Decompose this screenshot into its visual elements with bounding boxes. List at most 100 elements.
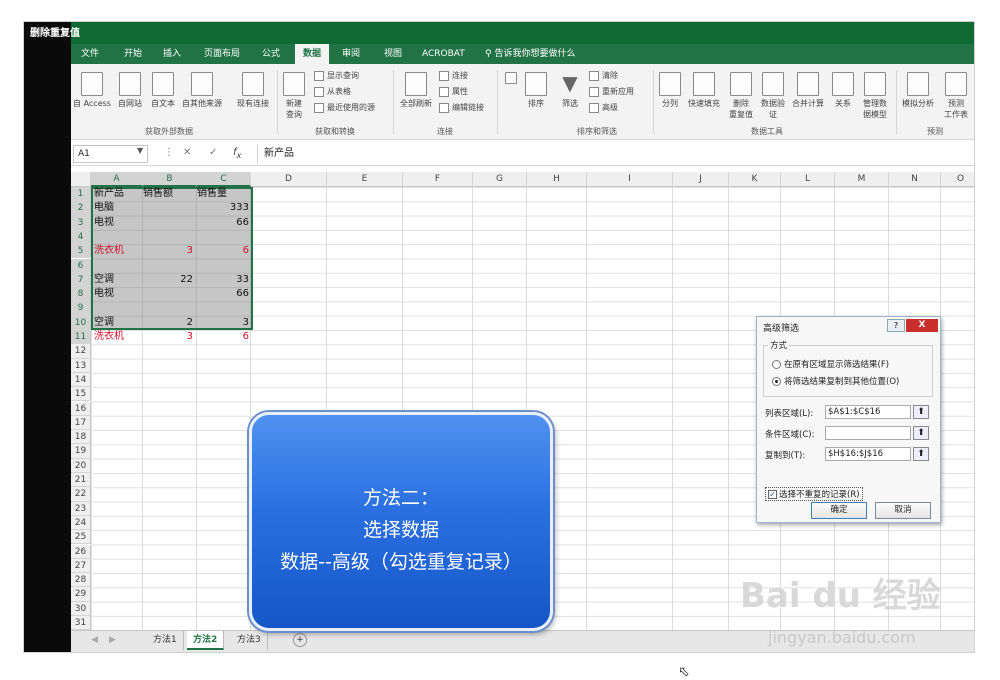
row-header[interactable]: 3 <box>71 215 91 230</box>
consolidate-button[interactable]: 合并计算 <box>789 72 827 109</box>
list-range-input[interactable]: $A$1:$C$16 <box>825 405 911 419</box>
row-header[interactable]: 4 <box>71 229 91 245</box>
forecast-sheet-button[interactable]: 预测 工作表 <box>939 72 973 120</box>
cell-c2[interactable]: 333 <box>197 201 249 215</box>
sheet-tab-method2[interactable]: 方法2 <box>187 631 225 650</box>
properties-button[interactable]: 属性 <box>439 86 468 97</box>
help-icon[interactable]: ? <box>887 319 905 332</box>
cancel-button[interactable]: 取消 <box>875 502 931 519</box>
relationships-button[interactable]: 关系 <box>830 72 856 109</box>
column-header[interactable]: F <box>403 172 473 187</box>
column-header[interactable]: E <box>327 172 403 187</box>
row-header[interactable]: 17 <box>71 415 91 431</box>
scroll-left-icon[interactable]: ◀ <box>85 631 104 650</box>
column-header[interactable]: M <box>835 172 889 187</box>
cell-a7[interactable]: 空调 <box>94 273 142 287</box>
from-web-button[interactable]: 自网站 <box>115 72 145 109</box>
tell-me-search[interactable]: ⚲ 告诉我你想要做什么 <box>485 44 575 64</box>
row-header[interactable]: 12 <box>71 344 91 359</box>
copy-to-input[interactable]: $H$16:$J$16 <box>825 447 911 461</box>
cross-icon[interactable]: ✕ <box>183 147 191 158</box>
row-header[interactable]: 1 <box>71 187 91 202</box>
sort-button[interactable]: 排序 <box>523 72 549 109</box>
tab-acrobat[interactable]: ACROBAT <box>422 44 465 64</box>
cell-b8[interactable] <box>143 287 193 301</box>
radio-filter-in-place[interactable]: 在原有区域显示筛选结果(F) <box>772 358 889 370</box>
cell-a8[interactable]: 电视 <box>94 287 142 301</box>
column-header[interactable]: B <box>143 172 197 187</box>
sheet-tab-method3[interactable]: 方法3 <box>231 631 268 650</box>
manage-data-model-button[interactable]: 管理数 据模型 <box>858 72 892 120</box>
row-header[interactable]: 10 <box>71 315 91 330</box>
column-header[interactable]: D <box>251 172 327 187</box>
new-query-button[interactable]: 新建 查询 <box>280 72 308 120</box>
from-text-button[interactable]: 自文本 <box>148 72 178 109</box>
cell-b7[interactable]: 22 <box>143 273 193 287</box>
sheet-tab-method1[interactable]: 方法1 <box>147 631 184 650</box>
unique-records-checkbox[interactable]: ✓ 选择不重复的记录(R) <box>765 487 863 501</box>
check-icon[interactable]: ✓ <box>209 147 217 158</box>
filter-button[interactable]: ▼ 筛选 <box>557 72 583 109</box>
chevron-down-icon[interactable]: ▼ <box>137 146 143 155</box>
data-validation-button[interactable]: 数据验 证 <box>758 72 788 120</box>
existing-connections-button[interactable]: 现有连接 <box>233 72 273 109</box>
column-header[interactable]: C <box>197 172 251 187</box>
column-header[interactable]: L <box>781 172 835 187</box>
column-header[interactable]: N <box>889 172 941 187</box>
row-header[interactable]: 22 <box>71 487 91 502</box>
column-header[interactable]: O <box>941 172 974 187</box>
tab-page-layout[interactable]: 页面布局 <box>204 44 240 64</box>
sort-az-button[interactable] <box>501 72 521 86</box>
flash-fill-button[interactable]: 快速填充 <box>685 72 723 109</box>
cell-c8[interactable]: 66 <box>197 287 249 301</box>
row-header[interactable]: 13 <box>71 358 91 373</box>
row-header[interactable]: 29 <box>71 587 91 602</box>
row-header[interactable]: 16 <box>71 401 91 416</box>
row-header[interactable]: 31 <box>71 616 91 630</box>
tab-insert[interactable]: 插入 <box>163 44 181 64</box>
column-header[interactable]: K <box>729 172 781 187</box>
ok-button[interactable]: 确定 <box>811 502 867 519</box>
cell-b3[interactable] <box>143 216 193 230</box>
cell-c5[interactable]: 6 <box>197 244 249 258</box>
cell-a2[interactable]: 电脑 <box>94 201 142 215</box>
cell-c1[interactable]: 销售量 <box>197 187 249 201</box>
row-header[interactable]: 9 <box>71 301 91 316</box>
row-header[interactable]: 20 <box>71 458 91 473</box>
row-header[interactable]: 14 <box>71 372 91 388</box>
plus-icon[interactable]: + <box>293 633 307 647</box>
cell-b11[interactable]: 3 <box>143 330 193 344</box>
row-header[interactable]: 26 <box>71 544 91 559</box>
row-header[interactable]: 2 <box>71 201 91 216</box>
advanced-filter-button[interactable]: 高级 <box>589 102 618 113</box>
tab-file[interactable]: 文件 <box>81 44 99 64</box>
from-access-button[interactable]: 自 Access <box>72 72 112 109</box>
row-header[interactable]: 6 <box>71 258 91 273</box>
reapply-button[interactable]: 重新应用 <box>589 86 634 97</box>
collapse-dialog-icon[interactable]: ⬆ <box>913 447 929 461</box>
show-queries-button[interactable]: 显示查询 <box>314 70 359 81</box>
what-if-analysis-button[interactable]: 模拟分析 <box>899 72 937 109</box>
row-header[interactable]: 11 <box>71 330 91 345</box>
formula-input[interactable]: 新产品 <box>257 145 971 163</box>
cell-b1[interactable]: 销售额 <box>143 187 193 201</box>
cell-c3[interactable]: 66 <box>197 216 249 230</box>
connections-button[interactable]: 连接 <box>439 70 468 81</box>
cell-a5[interactable]: 洗衣机 <box>94 244 142 258</box>
cell-a11[interactable]: 洗衣机 <box>94 330 142 344</box>
edit-links-button[interactable]: 编辑链接 <box>439 102 484 113</box>
cell-c7[interactable]: 33 <box>197 273 249 287</box>
column-header[interactable]: J <box>673 172 729 187</box>
row-header[interactable]: 18 <box>71 430 91 445</box>
select-all-corner[interactable] <box>71 172 91 187</box>
column-header[interactable]: I <box>587 172 673 187</box>
cell-b10[interactable]: 2 <box>143 316 193 330</box>
clear-button[interactable]: 清除 <box>589 70 618 81</box>
tab-review[interactable]: 审阅 <box>342 44 360 64</box>
collapse-dialog-icon[interactable]: ⬆ <box>913 426 929 440</box>
tab-formulas[interactable]: 公式 <box>262 44 280 64</box>
row-header[interactable]: 7 <box>71 272 91 288</box>
cell-b5[interactable]: 3 <box>143 244 193 258</box>
cell-a1[interactable]: 新产品 <box>94 187 142 201</box>
from-other-sources-button[interactable]: 自其他来源 <box>180 72 224 109</box>
